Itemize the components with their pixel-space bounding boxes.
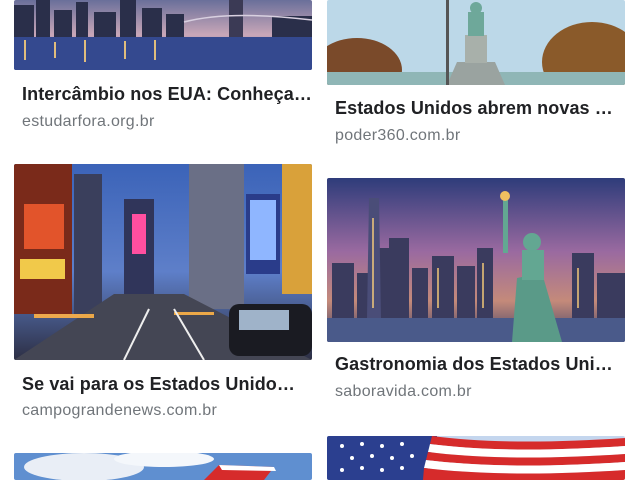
result-title[interactable]: Se vai para os Estados Unido… [22,374,312,395]
result-image-american-flag[interactable] [327,436,625,480]
result-domain: poder360.com.br [335,127,461,144]
result-domain: campograndenews.com.br [22,402,218,419]
result-title[interactable]: Intercâmbio nos EUA: Conheça… [22,84,312,105]
result-title[interactable]: Estados Unidos abrem novas … [335,98,625,119]
result-image-statue-skyline[interactable] [327,178,625,342]
result-card[interactable]: Estados Unidos abrem novas … poder360.co… [327,0,625,155]
result-image-times-square[interactable] [14,164,312,360]
result-image-nyc-skyline[interactable] [14,0,312,70]
result-card[interactable]: Se vai para os Estados Unido… campogrand… [14,164,312,424]
result-card[interactable] [327,436,625,480]
result-card[interactable] [14,453,312,480]
result-card[interactable]: Gastronomia dos Estados Uni… saboravida.… [327,178,625,408]
result-card[interactable]: Intercâmbio nos EUA: Conheça… estudarfor… [14,0,312,140]
result-image-statue-of-liberty[interactable] [327,0,625,85]
result-title[interactable]: Gastronomia dos Estados Uni… [335,354,625,375]
result-image-american-flag-sky[interactable] [14,453,312,480]
result-domain: saboravida.com.br [335,383,472,400]
result-domain: estudarfora.org.br [22,113,155,130]
